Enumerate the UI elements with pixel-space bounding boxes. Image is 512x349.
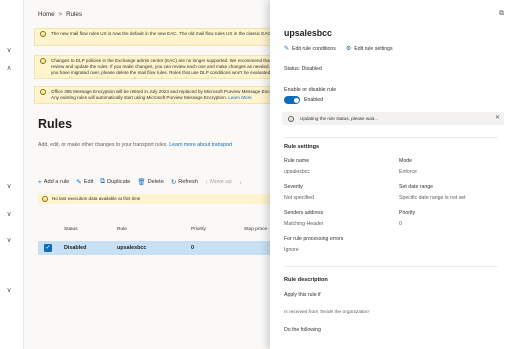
toggle-label: Enable or disable rule	[284, 87, 337, 93]
cell-rule: upsalesbcc	[117, 245, 147, 251]
status-update-message: i Updating the rule status, please wait.…	[282, 112, 504, 125]
notice-text: No last execution data available at this…	[52, 196, 141, 201]
execution-notice: i No last execution data available at th…	[38, 194, 294, 204]
edit-label: Edit	[83, 179, 94, 185]
column-header-status[interactable]: Status	[64, 227, 78, 232]
chevron-down-icon[interactable]: ∨	[4, 236, 14, 244]
left-nav-strip: ∨ ∧ ∨ ∨ ∨ ∨	[0, 0, 24, 349]
panel-actions: ✎ Edit rule conditions ⚙ Edit rule setting…	[284, 45, 403, 53]
rule-status: Status: Disabled	[284, 66, 322, 72]
toggle-state: Enabled	[304, 97, 324, 103]
pencil-icon: ✎	[284, 46, 290, 52]
banner-new-ux: i The new mail flow rules UX is now the …	[34, 28, 294, 46]
divider	[284, 266, 498, 267]
learn-more-link[interactable]: Learn More	[228, 95, 252, 100]
date-range-value: Specific date range is not set	[399, 195, 466, 201]
move-up-button[interactable]: ↑ Move up	[205, 179, 232, 186]
duplicate-label: Duplicate	[107, 179, 131, 185]
cell-status: Disabled	[64, 245, 87, 251]
rule-description-heading: Rule description	[284, 277, 328, 283]
learn-more-transport-link[interactable]: Learn more about transport	[169, 142, 232, 148]
column-header-priority[interactable]: Priority	[191, 227, 206, 232]
page-title: Rules	[38, 117, 73, 131]
severity-label: Severity	[284, 184, 303, 190]
rule-details-panel: ⧉ upsalesbcc ✎ Edit rule conditions ⚙ Edit…	[270, 0, 512, 349]
priority-value: 0	[399, 221, 402, 227]
info-message-text: Updating the rule status, please wait...	[300, 116, 378, 121]
divider	[284, 137, 498, 138]
breadcrumb-current: Rules	[66, 11, 82, 18]
chevron-down-icon[interactable]: ∨	[4, 210, 14, 218]
cell-priority: 0	[191, 245, 194, 251]
close-icon[interactable]: ✕	[495, 112, 500, 125]
subtitle-text: Add, edit, or make other changes to your…	[38, 142, 168, 148]
senders-address-value: Matching Header	[284, 221, 324, 227]
info-icon: i	[40, 89, 46, 95]
date-range-label: Set date range	[399, 184, 434, 190]
info-icon: i	[40, 31, 46, 37]
chevron-up-icon[interactable]: ∧	[4, 64, 14, 72]
priority-label: Priority	[399, 210, 416, 216]
rule-condition: Is received from 'Inside the organizatio…	[284, 310, 370, 315]
rule-name-value: upsalesbcc	[284, 169, 310, 175]
expand-icon[interactable]: ⧉	[499, 10, 504, 18]
edit-conditions-label: Edit rule conditions	[292, 45, 336, 52]
banner-dlp: i Changes to DLP policies in the Exchang…	[34, 55, 294, 79]
page-subtitle: Add, edit, or make other changes to your…	[38, 142, 294, 148]
errors-value: Ignore	[284, 247, 299, 253]
errors-label: For rule processing errors	[284, 236, 344, 242]
pencil-icon: ✎	[76, 179, 82, 186]
mode-value: Enforce	[399, 169, 417, 175]
move-up-label: Move up	[210, 179, 232, 185]
mode-label: Mode	[399, 158, 412, 164]
info-icon: i	[288, 115, 294, 122]
breadcrumb: Home > Rules	[38, 11, 82, 18]
delete-label: Delete	[147, 179, 164, 185]
edit-button[interactable]: ✎ Edit	[76, 178, 93, 186]
add-rule-button[interactable]: + Add a rule	[38, 179, 69, 186]
edit-rule-settings-button[interactable]: ⚙ Edit rule settings	[345, 45, 393, 53]
banner-encryption: i Office 365 Message Encryption will be …	[34, 86, 294, 104]
info-icon: i	[40, 58, 46, 64]
do-following-label: Do the following	[284, 327, 321, 333]
refresh-icon: ↻	[170, 179, 177, 186]
edit-rule-conditions-button[interactable]: ✎ Edit rule conditions	[284, 45, 336, 53]
breadcrumb-separator: >	[58, 11, 63, 18]
severity-value: Not specified	[284, 195, 314, 201]
settings-icon: ⚙	[345, 46, 352, 52]
banner-text: The new mail flow rules UX is now the de…	[51, 31, 273, 36]
info-icon: i	[42, 196, 48, 202]
rule-name-label: Rule name	[284, 158, 310, 164]
duplicate-button[interactable]: ⧉ Duplicate	[100, 178, 130, 186]
chevron-down-icon[interactable]: ∨	[4, 46, 14, 54]
banner-text: Changes to DLP policies in the Exchange …	[51, 58, 282, 78]
column-header-rule[interactable]: Rule	[117, 227, 127, 232]
toggle-knob	[293, 97, 299, 103]
delete-button[interactable]: 🗑 Delete	[137, 178, 163, 186]
senders-address-label: Senders address	[284, 210, 324, 216]
enable-rule-toggle[interactable]	[284, 96, 300, 104]
refresh-label: Refresh	[178, 179, 198, 185]
toolbar: + Add a rule ✎ Edit ⧉ Duplicate 🗑 Delete ↻ Re…	[38, 176, 298, 188]
refresh-button[interactable]: ↻ Refresh	[171, 178, 198, 186]
chevron-down-icon[interactable]: ∨	[4, 182, 14, 190]
move-down-button[interactable]: ↓	[239, 179, 244, 186]
add-rule-label: Add a rule	[43, 179, 70, 185]
apply-if-label: Apply this rule if	[284, 292, 321, 298]
arrow-up-icon: ↑	[204, 178, 209, 186]
trash-icon: 🗑	[137, 179, 146, 186]
copy-icon: ⧉	[100, 178, 106, 185]
chevron-down-icon[interactable]: ∨	[4, 286, 14, 294]
rule-settings-heading: Rule settings	[284, 144, 320, 150]
arrow-down-icon: ↓	[238, 178, 242, 186]
edit-settings-label: Edit rule settings	[354, 45, 393, 52]
panel-title: upsalesbcc	[284, 28, 332, 38]
column-header-stop-processing[interactable]: Stop proce	[244, 227, 267, 232]
breadcrumb-home[interactable]: Home	[38, 11, 55, 18]
plus-icon: +	[38, 178, 42, 186]
row-checkbox[interactable]: ✓	[44, 244, 52, 252]
